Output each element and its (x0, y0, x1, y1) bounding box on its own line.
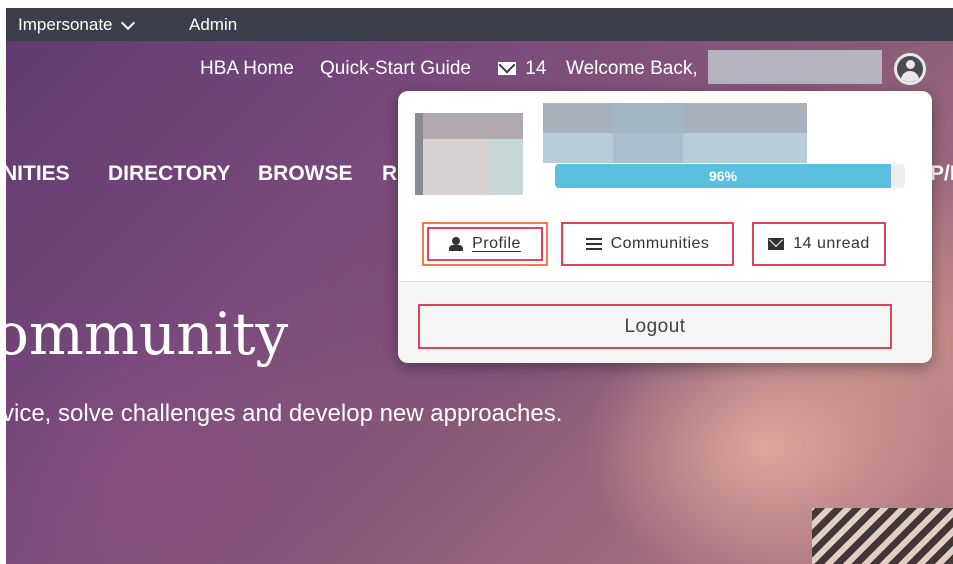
profile-button-label: Profile (472, 235, 521, 252)
redacted-user-name (708, 50, 882, 84)
unread-messages-button[interactable]: 14 unread (752, 222, 886, 266)
profile-completion-text: 96% (708, 168, 738, 184)
list-icon (585, 238, 602, 250)
unread-button-label: 14 unread (793, 235, 870, 252)
quick-start-guide-link[interactable]: Quick-Start Guide (320, 58, 471, 80)
messages-count: 14 (525, 58, 547, 79)
nav-item-communities[interactable]: NITIES (6, 162, 70, 186)
communities-button-label: Communities (610, 235, 710, 252)
nav-item-browse[interactable]: BROWSE (258, 162, 353, 186)
chevron-down-icon (120, 15, 135, 30)
nav-item-directory[interactable]: DIRECTORY (108, 162, 231, 186)
admin-topbar: Impersonate Admin (6, 8, 953, 41)
communities-button[interactable]: Communities (561, 222, 734, 266)
impersonate-label: Impersonate (18, 15, 113, 34)
hero-title: ommunity (6, 300, 289, 368)
admin-link[interactable]: Admin (189, 15, 237, 35)
profile-button[interactable]: Profile (422, 222, 548, 266)
hba-home-link[interactable]: HBA Home (200, 58, 294, 80)
envelope-icon (768, 238, 785, 250)
user-dropdown-menu: 96% Profile Communities 14 unread Logout (398, 91, 932, 363)
messages-link[interactable]: 14 (498, 58, 546, 80)
profile-completion-bar: 96% (555, 164, 905, 188)
nav-item-partial[interactable]: P/F (930, 162, 953, 186)
background-pattern (812, 508, 953, 564)
welcome-text: Welcome Back, (566, 58, 698, 79)
hero-subtitle: vice, solve challenges and develop new a… (6, 400, 563, 427)
envelope-icon (498, 62, 516, 76)
profile-completion-fill: 96% (555, 164, 891, 188)
admin-label: Admin (189, 15, 238, 34)
impersonate-menu[interactable]: Impersonate (18, 15, 135, 35)
user-icon (449, 237, 464, 251)
logout-button-label: Logout (624, 315, 686, 337)
user-avatar-button[interactable] (894, 53, 926, 85)
logout-button[interactable]: Logout (418, 304, 892, 349)
